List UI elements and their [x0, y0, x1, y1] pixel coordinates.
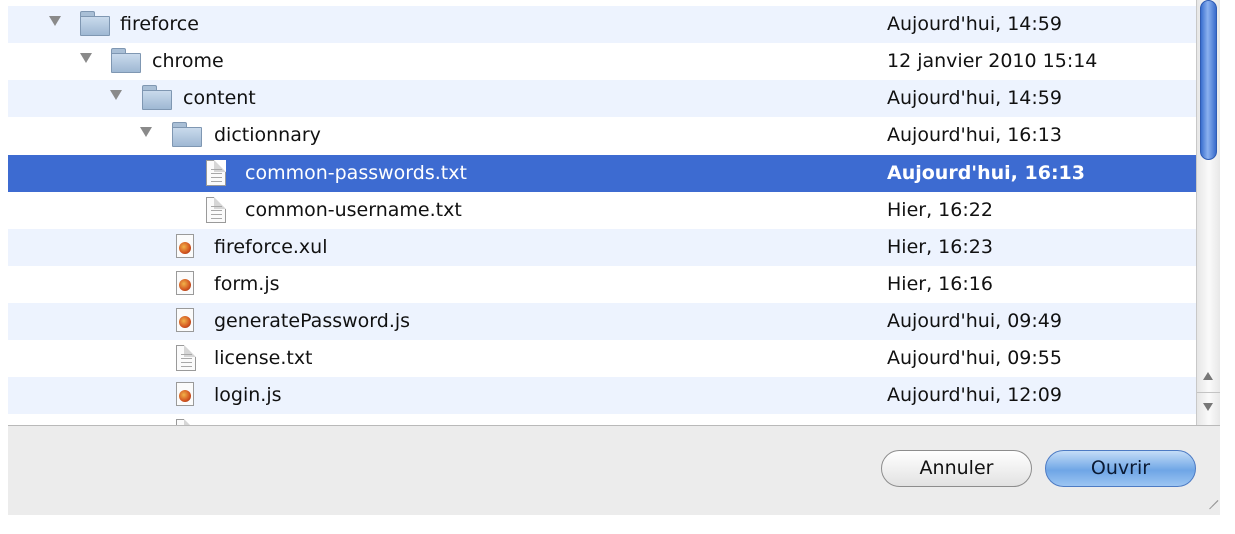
list-item[interactable]: fireforce.xul Hier, 16:23 — [8, 229, 1196, 266]
file-date: Aujourd'hui, 16:13 — [887, 124, 1062, 146]
file-name: form.js — [214, 273, 280, 295]
window-edge — [1220, 0, 1235, 515]
file-name: chrome — [152, 50, 224, 72]
list-item[interactable]: generatePassword.js Aujourd'hui, 09:49 — [8, 303, 1196, 340]
js-file-icon — [176, 308, 194, 332]
file-date: Aujourd'hui, 16:13 — [887, 162, 1085, 184]
file-open-dialog: fireforce Aujourd'hui, 14:59 chrome 12 j… — [0, 0, 1235, 534]
file-date: 12 janvier 2010 15:14 — [887, 50, 1098, 72]
xul-file-icon — [176, 234, 194, 258]
file-name: dictionnary — [214, 124, 321, 146]
file-name: common-passwords.txt — [245, 162, 467, 184]
file-name: common-username.txt — [245, 199, 462, 221]
file-name: fireforce.xul — [214, 236, 328, 258]
window-edge — [0, 515, 1235, 534]
vertical-scrollbar[interactable] — [1196, 0, 1221, 425]
file-date: Aujourd'hui, 14:59 — [887, 13, 1062, 35]
list-item[interactable]: common-username.txt Hier, 16:22 — [8, 192, 1196, 229]
disclosure-triangle-icon[interactable] — [110, 90, 122, 100]
js-file-icon — [176, 271, 194, 295]
text-file-icon — [206, 160, 226, 186]
list-item[interactable]: fireforce Aujourd'hui, 14:59 — [8, 6, 1196, 43]
folder-icon — [172, 122, 202, 147]
open-button[interactable]: Ouvrir — [1045, 450, 1196, 487]
list-item[interactable]: dictionnary Aujourd'hui, 16:13 — [8, 117, 1196, 154]
list-item[interactable] — [8, 414, 1196, 425]
folder-icon — [111, 48, 141, 73]
file-name: content — [183, 87, 256, 109]
disclosure-triangle-icon[interactable] — [80, 53, 92, 63]
file-name: login.js — [214, 384, 282, 406]
text-file-icon — [176, 345, 196, 371]
list-item[interactable]: login.js Aujourd'hui, 12:09 — [8, 377, 1196, 414]
disclosure-triangle-icon[interactable] — [49, 16, 61, 26]
file-name: fireforce — [120, 13, 199, 35]
file-date: Aujourd'hui, 14:59 — [887, 87, 1062, 109]
file-name: license.txt — [214, 347, 313, 369]
file-date: Aujourd'hui, 12:09 — [887, 384, 1062, 406]
file-list: fireforce Aujourd'hui, 14:59 chrome 12 j… — [8, 0, 1196, 425]
list-item-selected[interactable]: common-passwords.txt Aujourd'hui, 16:13 — [8, 155, 1196, 192]
folder-icon — [80, 11, 110, 36]
dialog-button-bar: Annuler Ouvrir — [8, 425, 1220, 516]
list-item[interactable]: license.txt Aujourd'hui, 09:55 — [8, 340, 1196, 377]
list-item[interactable]: form.js Hier, 16:16 — [8, 266, 1196, 303]
cancel-button[interactable]: Annuler — [881, 450, 1032, 487]
list-item[interactable]: content Aujourd'hui, 14:59 — [8, 80, 1196, 117]
scrollbar-thumb[interactable] — [1200, 0, 1217, 160]
list-item[interactable]: chrome 12 janvier 2010 15:14 — [8, 43, 1196, 80]
divider — [1197, 392, 1221, 393]
folder-icon — [142, 85, 172, 110]
file-name: generatePassword.js — [214, 310, 411, 332]
file-date: Hier, 16:23 — [887, 236, 993, 258]
file-date: Hier, 16:16 — [887, 273, 993, 295]
file-date: Aujourd'hui, 09:55 — [887, 347, 1062, 369]
scroll-up-arrow-icon[interactable] — [1203, 372, 1213, 380]
js-file-icon — [176, 382, 194, 406]
disclosure-triangle-icon[interactable] — [140, 127, 152, 137]
text-file-icon — [206, 197, 226, 223]
file-date: Hier, 16:22 — [887, 199, 993, 221]
file-date: Aujourd'hui, 09:49 — [887, 310, 1062, 332]
scroll-down-arrow-icon[interactable] — [1203, 403, 1213, 411]
resize-grip-icon[interactable] — [1204, 488, 1219, 510]
